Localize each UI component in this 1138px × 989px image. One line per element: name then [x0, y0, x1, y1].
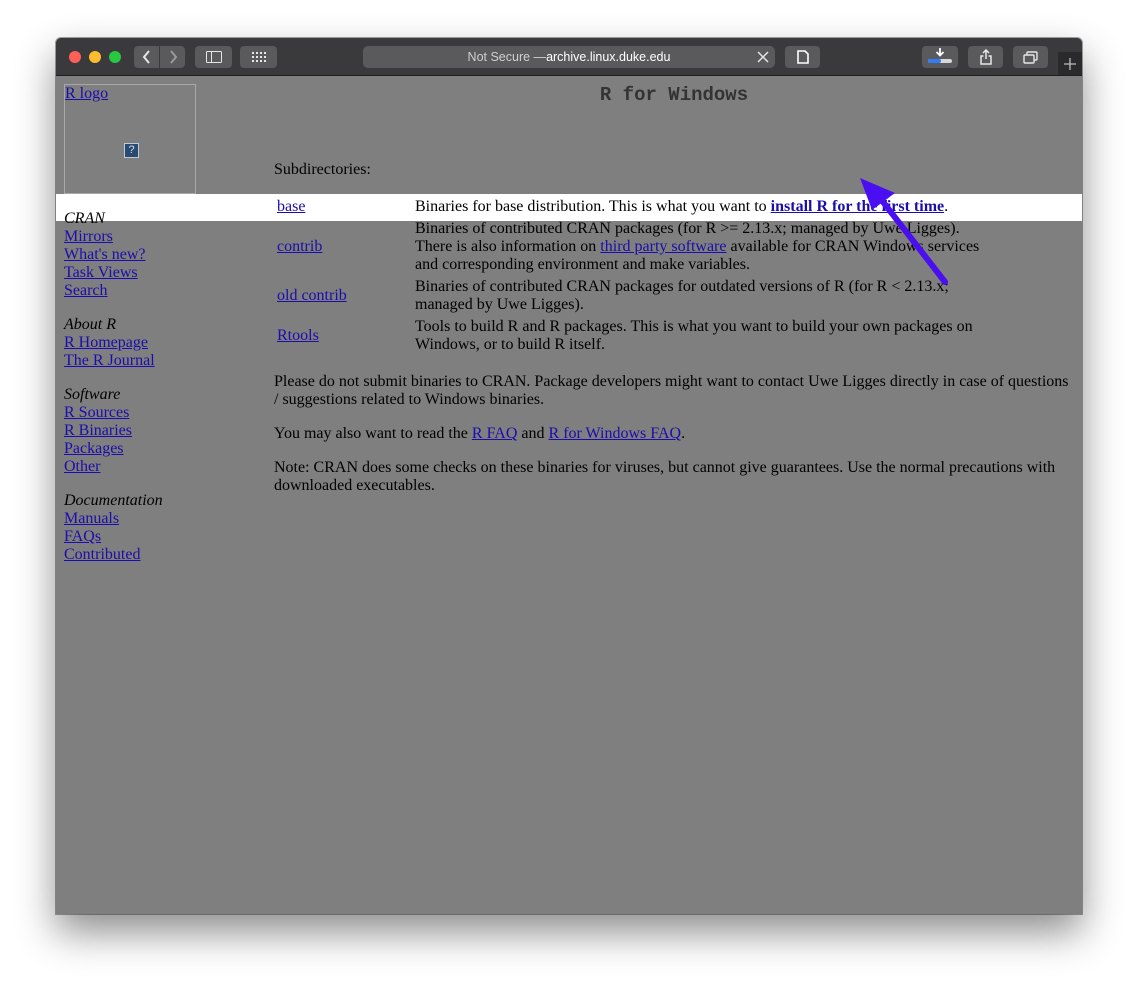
rtools-line-2: Windows, or to build R itself.	[415, 336, 606, 353]
sidebar-link-r-sources[interactable]: R Sources	[64, 404, 214, 422]
sidebar-link-r-binaries[interactable]: R Binaries	[64, 422, 214, 440]
base-description-text: Binaries for base distribution. This is …	[415, 198, 771, 215]
link-base[interactable]: base	[277, 198, 305, 216]
address-bar[interactable]: Not Secure — archive.linux.duke.edu	[363, 46, 775, 68]
faq-and: and	[517, 425, 549, 442]
base-description: Binaries for base distribution. This is …	[415, 198, 948, 216]
link-contrib[interactable]: contrib	[277, 238, 322, 256]
sidebar: CRAN Mirrors What's new? Task Views Sear…	[64, 210, 214, 580]
third-party-software-link[interactable]: third party software	[600, 238, 726, 255]
virus-check-note: Note: CRAN does some checks on these bin…	[274, 459, 1074, 495]
sidebar-link-search[interactable]: Search	[64, 282, 214, 300]
rtools-line-1: Tools to build R and R packages. This is…	[415, 318, 973, 335]
sidebar-link-whats-new[interactable]: What's new?	[64, 246, 214, 264]
link-rtools[interactable]: Rtools	[277, 327, 319, 345]
sidebar-heading-documentation: Documentation	[64, 492, 163, 509]
submission-note-line-1: Please do not submit binaries to CRAN. P…	[274, 373, 1069, 390]
top-sites-button[interactable]	[240, 46, 277, 68]
browser-window: Not Secure — archive.linux.duke.edu R lo…	[56, 38, 1082, 914]
downloads-button[interactable]	[922, 46, 958, 68]
page-content: R logo ? CRAN Mirrors What's new? Task V…	[56, 76, 1082, 914]
zoom-window-button[interactable]	[109, 51, 121, 63]
sidebar-group-software: Software R Sources R Binaries Packages O…	[64, 386, 214, 476]
reader-button[interactable]	[785, 46, 820, 68]
r-faq-link[interactable]: R FAQ	[472, 425, 518, 442]
browser-toolbar: Not Secure — archive.linux.duke.edu	[56, 38, 1082, 76]
tab-overview-button[interactable]	[1013, 46, 1048, 68]
r-logo-alt-text[interactable]: R logo	[65, 85, 108, 103]
page-title: R for Windows	[599, 84, 749, 106]
tabs-icon	[1023, 50, 1038, 64]
old-contrib-line-1: Binaries of contributed CRAN packages fo…	[415, 278, 949, 295]
close-icon	[757, 51, 769, 63]
sidebar-link-other[interactable]: Other	[64, 458, 214, 476]
sidebar-link-manuals[interactable]: Manuals	[64, 510, 214, 528]
install-r-first-time-link[interactable]: install R for the first time	[771, 198, 944, 215]
sidebar-link-contributed[interactable]: Contributed	[64, 546, 214, 564]
stop-loading-button[interactable]	[757, 51, 769, 66]
faq-end: .	[681, 425, 686, 442]
broken-image-icon: ?	[124, 143, 139, 158]
r-for-windows-faq-link[interactable]: R for Windows FAQ	[549, 425, 682, 442]
contrib-line-3: and corresponding environment and make v…	[415, 256, 750, 273]
r-logo[interactable]: R logo ?	[64, 84, 196, 194]
minimize-window-button[interactable]	[89, 51, 101, 63]
sidebar-link-packages[interactable]: Packages	[64, 440, 214, 458]
security-status: Not Secure —	[467, 50, 547, 64]
sidebar-heading-software: Software	[64, 386, 121, 403]
plus-icon	[1064, 57, 1076, 70]
page-icon	[796, 50, 809, 64]
contrib-line-2-end: available for CRAN Windows services	[726, 238, 980, 255]
contrib-line-2-text: There is also information on	[415, 238, 601, 255]
contrib-description: Binaries of contributed CRAN packages (f…	[415, 220, 979, 274]
submission-note: Please do not submit binaries to CRAN. P…	[274, 373, 1074, 409]
sidebar-group-documentation: Documentation Manuals FAQs Contributed	[64, 492, 214, 564]
back-button[interactable]	[134, 46, 159, 68]
download-icon	[928, 48, 952, 63]
sidebar-icon	[205, 51, 222, 63]
close-window-button[interactable]	[69, 51, 81, 63]
base-description-end: .	[944, 198, 949, 215]
virus-check-line-2: downloaded executables.	[274, 477, 435, 494]
old-contrib-line-2: managed by Uwe Ligges).	[415, 296, 584, 313]
sidebar-toggle-button[interactable]	[195, 46, 232, 68]
contrib-line-1: Binaries of contributed CRAN packages (f…	[415, 220, 960, 237]
sidebar-link-r-journal[interactable]: The R Journal	[64, 352, 214, 370]
sidebar-group-cran: CRAN Mirrors What's new? Task Views Sear…	[64, 210, 214, 300]
old-contrib-description: Binaries of contributed CRAN packages fo…	[415, 278, 949, 314]
sidebar-link-task-views[interactable]: Task Views	[64, 264, 214, 282]
grid-icon	[251, 52, 266, 62]
link-old-contrib[interactable]: old contrib	[277, 287, 347, 305]
sidebar-link-faqs[interactable]: FAQs	[64, 528, 214, 546]
faq-paragraph: You may also want to read the R FAQ and …	[274, 425, 1074, 443]
subdirectories-label: Subdirectories:	[274, 161, 371, 178]
sidebar-group-about: About R R Homepage The R Journal	[64, 316, 214, 370]
sidebar-heading-about: About R	[64, 316, 116, 333]
chevron-left-icon	[142, 50, 150, 64]
forward-button[interactable]	[160, 46, 185, 68]
share-icon	[979, 49, 992, 65]
contrib-line-2: There is also information on third party…	[415, 238, 979, 256]
virus-check-line-1: Note: CRAN does some checks on these bin…	[274, 459, 1056, 476]
new-tab-button[interactable]	[1058, 52, 1082, 75]
chevron-right-icon	[169, 50, 177, 64]
sidebar-link-mirrors[interactable]: Mirrors	[64, 228, 214, 246]
submission-note-line-2: / suggestions related to Windows binarie…	[274, 391, 545, 408]
share-button[interactable]	[968, 46, 1003, 68]
sidebar-heading-cran: CRAN	[64, 210, 105, 227]
address-host: archive.linux.duke.edu	[546, 50, 671, 64]
sidebar-link-r-homepage[interactable]: R Homepage	[64, 334, 214, 352]
faq-text: You may also want to read the	[274, 425, 472, 442]
rtools-description: Tools to build R and R packages. This is…	[415, 318, 973, 354]
